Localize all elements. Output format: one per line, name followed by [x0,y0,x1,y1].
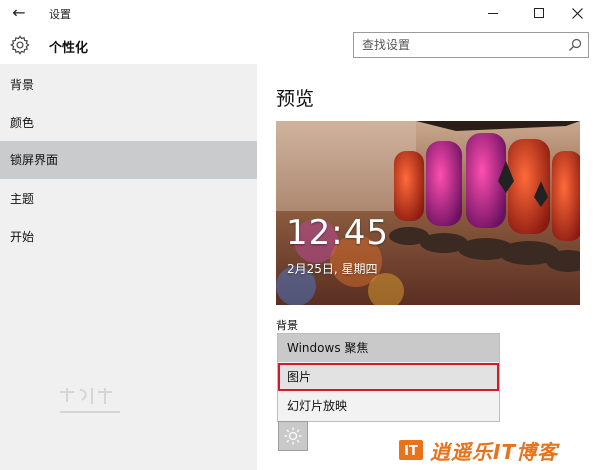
back-arrow-icon: ← [12,3,26,22]
dropdown-option-picture[interactable]: 图片 [278,363,499,391]
back-button[interactable]: ← [8,3,30,23]
page-title: 个性化 [49,41,89,56]
dropdown-option-slideshow[interactable]: 幻灯片放映 [278,392,499,420]
close-button[interactable] [554,0,600,26]
background-dropdown[interactable]: Windows 聚焦 图片 幻灯片放映 [277,333,500,422]
settings-header: 个性化 [0,26,600,64]
sidebar: 背景 颜色 锁屏界面 主题 开始 [0,64,257,470]
svg-text:IT: IT [404,444,418,459]
main-content: 预览 12:45 2月25日, 星期四 背景 Windows 聚焦 图片 幻灯片… [257,64,600,470]
sidebar-item-colors[interactable]: 颜色 [0,104,257,142]
minimize-button[interactable] [470,0,516,26]
lock-screen-preview: 12:45 2月25日, 星期四 [276,121,580,305]
sidebar-item-lock-screen[interactable]: 锁屏界面 [0,141,257,179]
minimize-icon [488,12,498,14]
brand-text: 逍遥乐IT博客 [430,439,559,464]
search-icon[interactable] [568,38,582,52]
sidebar-item-start[interactable]: 开始 [0,218,257,256]
brightness-icon [284,427,302,445]
preview-time: 12:45 [286,213,389,253]
maximize-icon [534,8,544,18]
window-title: 设置 [49,8,71,21]
preview-title: 预览 [276,88,315,110]
close-icon [571,7,583,19]
search-box[interactable] [353,32,589,58]
sidebar-item-themes[interactable]: 主题 [0,180,257,218]
gear-icon [10,35,30,55]
sidebar-item-background[interactable]: 背景 [0,66,257,104]
dropdown-option-windows-spotlight[interactable]: Windows 聚焦 [278,334,499,362]
title-bar: ← 设置 [0,0,600,26]
watermark-graphic [60,388,120,413]
it-logo-icon: IT [399,440,423,460]
search-input[interactable] [354,33,564,57]
brand-watermark: IT 逍遥乐IT博客 [398,434,598,466]
preview-date: 2月25日, 星期四 [287,262,378,276]
app-picker-button[interactable] [278,421,308,451]
background-label: 背景 [276,319,298,332]
